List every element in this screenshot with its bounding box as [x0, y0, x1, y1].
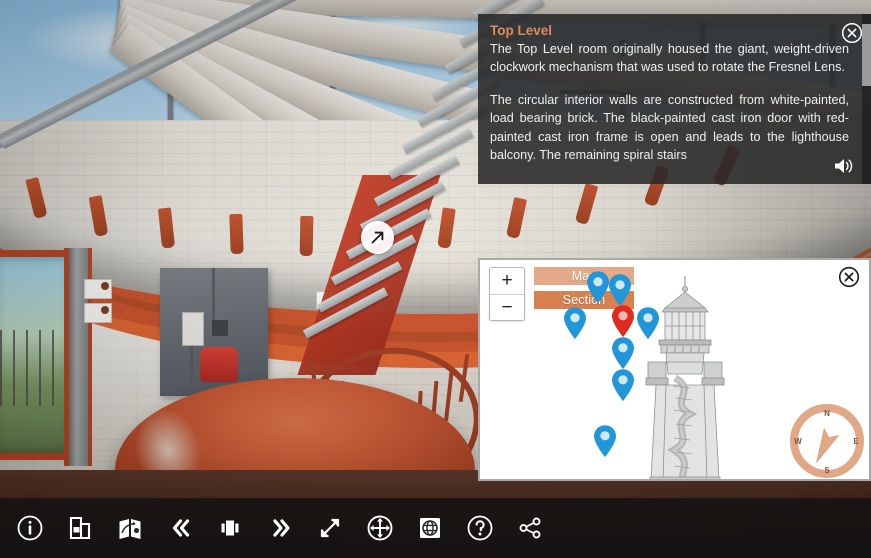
compass-north: N: [824, 409, 830, 418]
open-map-icon: [119, 519, 141, 539]
map-close-button[interactable]: [838, 266, 860, 288]
map-zoom-controls: + −: [489, 267, 525, 321]
wall-placard-2: [84, 303, 112, 323]
narration-audio-button[interactable]: [833, 156, 859, 176]
paragraph-2: The circular interior walls are construc…: [490, 92, 849, 163]
navigation-hotspot[interactable]: [361, 221, 394, 254]
map-pin-inactive[interactable]: [610, 336, 636, 370]
conduit-a: [212, 268, 215, 320]
chevrons-left-icon: [172, 519, 190, 537]
help-button[interactable]: [464, 512, 496, 544]
close-circle-icon: [838, 266, 860, 288]
balcony-railing: [0, 330, 74, 406]
compass-rose[interactable]: N E S W: [790, 404, 864, 478]
question-circle-icon: [467, 515, 493, 541]
conduit-b: [190, 346, 193, 382]
map-pin-icon: [612, 369, 634, 401]
info-button[interactable]: [14, 512, 46, 544]
chevrons-right-icon: [273, 519, 290, 537]
map-pin-icon: [612, 337, 634, 369]
map-pin-icon: [637, 307, 659, 339]
railing-baluster: [444, 368, 454, 422]
map-pin-inactive[interactable]: [607, 273, 633, 307]
zoom-out-button[interactable]: −: [490, 295, 524, 321]
description-panel: Top Level The Top Level room originally …: [478, 14, 871, 184]
arrow-up-right-icon: [371, 231, 384, 244]
move-arrows-icon: [367, 515, 393, 541]
previous-button[interactable]: [164, 512, 196, 544]
floorplan-button[interactable]: [64, 512, 96, 544]
panel-body: The Top Level room originally housed the…: [490, 40, 849, 164]
map-pin-inactive[interactable]: [610, 368, 636, 402]
map-pin-icon: [612, 305, 634, 337]
share-nodes-icon: [519, 517, 541, 539]
cornice-bracket: [574, 182, 599, 226]
share-button[interactable]: [514, 512, 546, 544]
zoom-in-button[interactable]: +: [490, 268, 524, 295]
map-button[interactable]: [114, 512, 146, 544]
globe-square-icon: [420, 518, 440, 538]
bottom-toolbar: [0, 498, 871, 558]
cornice-bracket: [157, 207, 176, 249]
small-switch-box: [212, 320, 228, 336]
map-pin-active[interactable]: [610, 304, 636, 338]
map-panel: + − Map Section N E S W: [478, 258, 871, 481]
map-pin-inactive[interactable]: [592, 424, 618, 458]
compass-south: S: [824, 466, 830, 475]
cornice-bracket: [88, 195, 109, 237]
cornice-bracket: [25, 177, 48, 219]
floorplan-icon: [69, 516, 91, 540]
panel-scrollbar[interactable]: [862, 14, 871, 184]
panel-title: Top Level: [490, 23, 553, 38]
map-pin-icon: [609, 274, 631, 306]
wall-placard-1: [84, 279, 112, 299]
gallery-button[interactable]: [214, 512, 246, 544]
cornice-bracket: [229, 213, 244, 255]
description-close-button[interactable]: [841, 22, 863, 44]
next-button[interactable]: [264, 512, 296, 544]
compass-west: W: [794, 437, 802, 446]
pan-button[interactable]: [364, 512, 396, 544]
compass-east: E: [853, 437, 859, 446]
speaker-icon: [835, 159, 853, 173]
map-pin-icon: [594, 425, 616, 457]
carousel-icon: [221, 520, 239, 536]
virtual-tour-viewer: Top Level The Top Level room originally …: [0, 0, 871, 558]
panel-scrollbar-thumb[interactable]: [862, 24, 871, 86]
railing-baluster: [458, 353, 470, 403]
red-equipment-bag: [200, 347, 238, 382]
map-pin-icon: [564, 307, 586, 339]
map-pin-inactive[interactable]: [635, 306, 661, 340]
expand-arrows-icon: [320, 518, 340, 538]
close-circle-icon: [841, 22, 863, 44]
info-circle-icon: [17, 515, 43, 541]
fullscreen-button[interactable]: [314, 512, 346, 544]
map-pin-inactive[interactable]: [562, 306, 588, 340]
vr-button[interactable]: [414, 512, 446, 544]
paragraph-1: The Top Level room originally housed the…: [490, 42, 849, 75]
junction-box: [182, 312, 204, 346]
